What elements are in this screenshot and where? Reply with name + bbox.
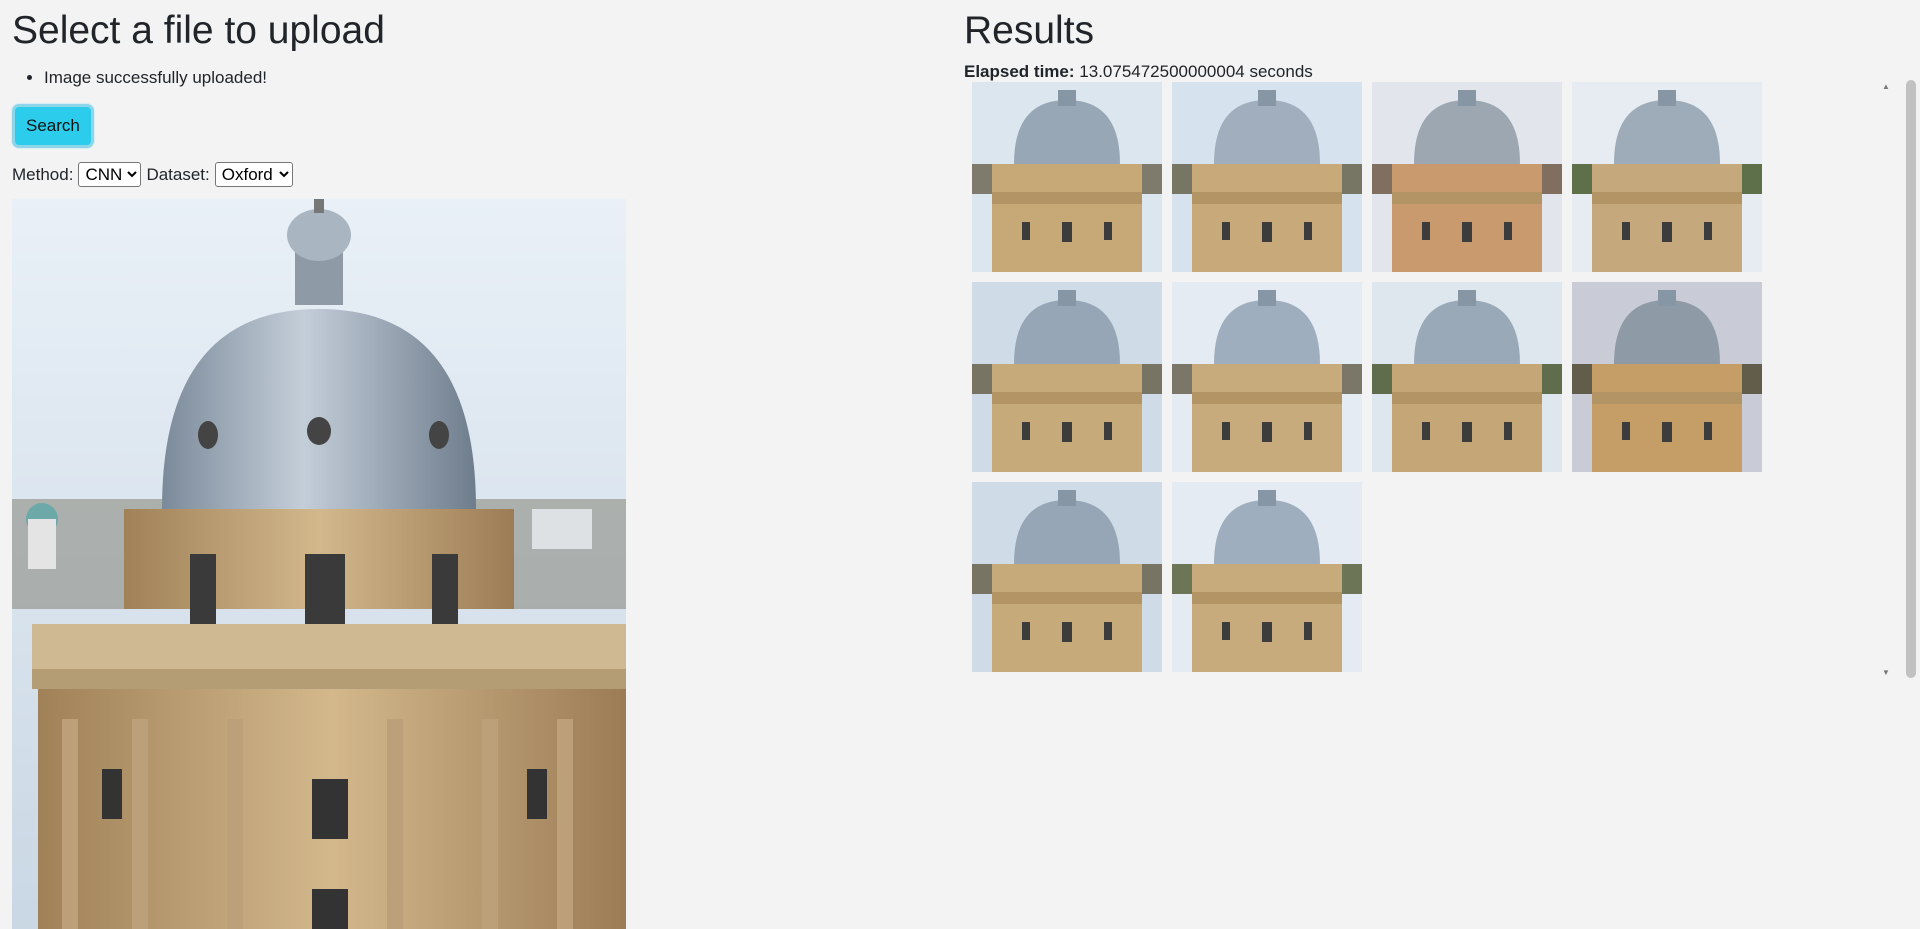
upload-panel: Select a file to upload Image successful… bbox=[12, 0, 952, 929]
status-list: Image successfully uploaded! bbox=[12, 66, 952, 90]
result-thumbnail[interactable] bbox=[1172, 482, 1362, 672]
result-thumbnail[interactable] bbox=[972, 282, 1162, 472]
query-image bbox=[12, 199, 626, 929]
results-grid bbox=[972, 82, 1892, 672]
method-select[interactable]: CNN bbox=[78, 162, 142, 187]
dome-thumbnail bbox=[972, 282, 1162, 472]
dome-thumbnail bbox=[1572, 282, 1762, 472]
dataset-select[interactable]: Oxford bbox=[214, 162, 293, 187]
result-thumbnail[interactable] bbox=[972, 482, 1162, 672]
dome-thumbnail bbox=[1172, 482, 1362, 672]
result-thumbnail[interactable] bbox=[1372, 82, 1562, 272]
dome-thumbnail bbox=[1172, 82, 1362, 272]
search-button[interactable]: Search bbox=[12, 104, 94, 148]
result-thumbnail[interactable] bbox=[1172, 282, 1362, 472]
scroll-down-icon[interactable]: ▼ bbox=[1882, 668, 1890, 677]
upload-title: Select a file to upload bbox=[12, 9, 385, 52]
method-label: Method: bbox=[12, 164, 74, 184]
dome-illustration bbox=[12, 199, 626, 929]
elapsed-label: Elapsed time: bbox=[964, 62, 1075, 81]
results-panel: Results Elapsed time: 13.075472500000004… bbox=[964, 0, 1904, 678]
result-thumbnail[interactable] bbox=[972, 82, 1162, 272]
page-scrollbar-thumb[interactable] bbox=[1906, 80, 1916, 678]
dome-thumbnail bbox=[972, 82, 1162, 272]
page-scrollbar[interactable] bbox=[1902, 0, 1920, 929]
result-thumbnail[interactable] bbox=[1172, 82, 1362, 272]
dome-thumbnail bbox=[1572, 82, 1762, 272]
elapsed-time: Elapsed time: 13.075472500000004 seconds bbox=[964, 62, 1904, 82]
result-thumbnail[interactable] bbox=[1372, 282, 1562, 472]
status-message: Image successfully uploaded! bbox=[44, 66, 952, 90]
results-scroll-area[interactable]: ▲ ▼ bbox=[972, 82, 1892, 677]
dome-thumbnail bbox=[1372, 82, 1562, 272]
results-scrollbar[interactable]: ▲ ▼ bbox=[1880, 82, 1892, 677]
dome-thumbnail bbox=[1372, 282, 1562, 472]
dome-thumbnail bbox=[1172, 282, 1362, 472]
page: Select a file to upload Image successful… bbox=[0, 0, 1920, 929]
dataset-label: Dataset: bbox=[146, 164, 210, 184]
dome-thumbnail bbox=[972, 482, 1162, 672]
results-title: Results bbox=[964, 9, 1095, 52]
result-thumbnail[interactable] bbox=[1572, 82, 1762, 272]
scroll-up-icon[interactable]: ▲ bbox=[1882, 82, 1890, 91]
result-thumbnail[interactable] bbox=[1572, 282, 1762, 472]
elapsed-value: 13.075472500000004 seconds bbox=[1079, 62, 1313, 81]
search-controls: Method: CNN Dataset: Oxford bbox=[12, 162, 952, 187]
